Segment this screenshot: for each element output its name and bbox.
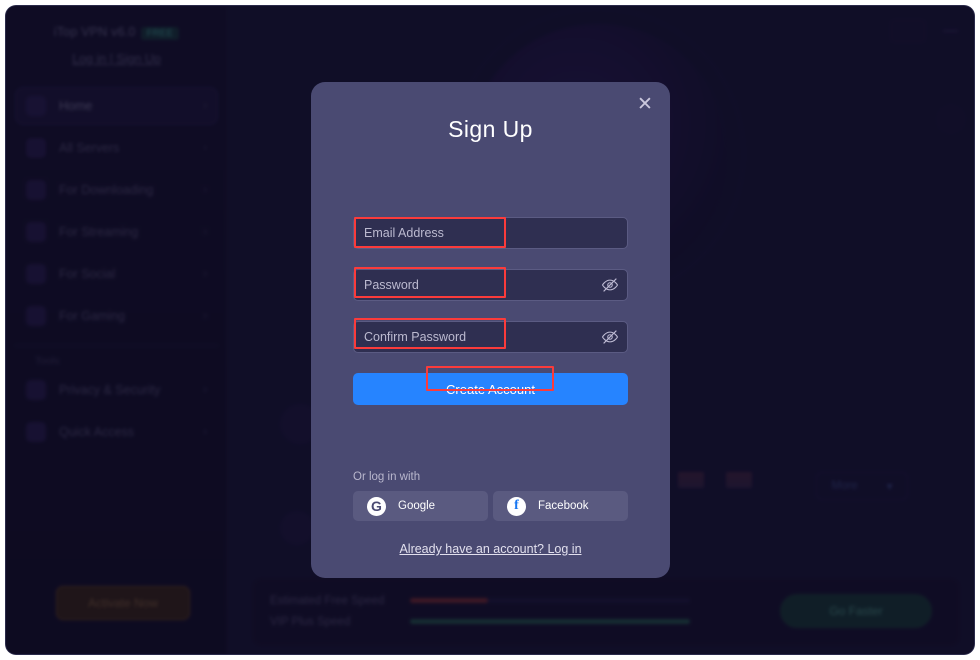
close-icon[interactable]: ✕ (634, 93, 656, 115)
sign-up-modal: ✕ Sign Up Email Address Password Confirm… (311, 82, 670, 578)
sign-up-form: Email Address Password Confirm Password (353, 217, 628, 405)
google-login-button[interactable]: G Google (353, 491, 488, 521)
facebook-label: Facebook (538, 500, 589, 512)
confirm-password-placeholder: Confirm Password (364, 330, 467, 344)
google-label: Google (398, 500, 436, 512)
email-field[interactable]: Email Address (353, 217, 628, 249)
create-account-button[interactable]: Create Account (353, 373, 628, 405)
eye-off-icon[interactable] (601, 328, 619, 346)
app-window: iTop VPN v6.0FREE Log in | Sign Up Home … (6, 6, 974, 654)
password-field[interactable]: Password (353, 269, 628, 301)
screenshot-root: iTop VPN v6.0FREE Log in | Sign Up Home … (0, 0, 980, 660)
facebook-icon: f (507, 496, 526, 516)
email-placeholder: Email Address (364, 226, 444, 240)
log-in-link[interactable]: Already have an account? Log in (311, 542, 670, 556)
social-login-row: G Google f Facebook (353, 491, 628, 521)
confirm-password-field[interactable]: Confirm Password (353, 321, 628, 353)
google-icon: G (367, 496, 386, 516)
or-login-with-label: Or log in with (353, 471, 421, 483)
password-placeholder: Password (364, 278, 419, 292)
eye-off-icon[interactable] (601, 276, 619, 294)
facebook-login-button[interactable]: f Facebook (493, 491, 628, 521)
page-title: Sign Up (448, 116, 533, 142)
